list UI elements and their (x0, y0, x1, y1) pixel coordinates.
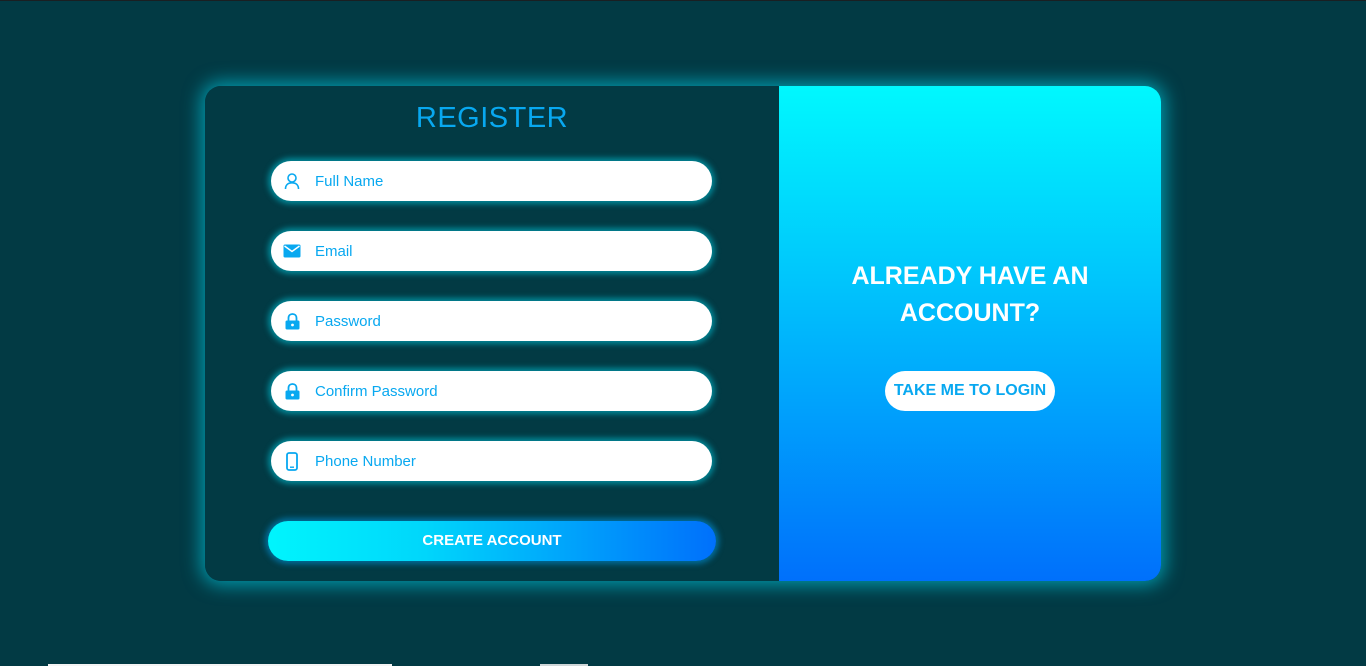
login-prompt-line-2: ACCOUNT? (899, 299, 1041, 327)
email-input[interactable] (315, 231, 695, 271)
mail-icon (283, 242, 301, 260)
phone-number-input[interactable] (315, 441, 695, 481)
take-me-to-login-button[interactable]: TAKE ME TO LOGIN (885, 371, 1055, 411)
email-field[interactable] (271, 231, 712, 271)
phone-number-field[interactable] (271, 441, 712, 481)
login-prompt-heading: ALREADY HAVE AN ACCOUNT? (779, 258, 1161, 332)
confirm-password-input[interactable] (315, 371, 695, 411)
user-icon (283, 172, 301, 190)
password-field[interactable] (271, 301, 712, 341)
confirm-password-field[interactable] (271, 371, 712, 411)
register-title: REGISTER (415, 102, 569, 134)
register-card: REGISTER Full Name Email Phone Number CR… (205, 86, 1161, 581)
password-input[interactable] (315, 301, 695, 341)
login-prompt-line-1: ALREADY HAVE AN (851, 262, 1089, 290)
full-name-field[interactable] (271, 161, 712, 201)
full-name-input[interactable] (315, 161, 695, 201)
lock-icon (283, 312, 301, 330)
phone-icon (283, 451, 301, 471)
create-account-button[interactable]: CREATE ACCOUNT (268, 521, 716, 561)
register-panel: REGISTER Full Name Email Phone Number CR… (205, 86, 779, 581)
lock-icon (283, 382, 301, 400)
login-prompt-panel: ALREADY HAVE AN ACCOUNT? TAKE ME TO LOGI… (779, 86, 1161, 581)
window-top-border (0, 0, 1366, 1)
